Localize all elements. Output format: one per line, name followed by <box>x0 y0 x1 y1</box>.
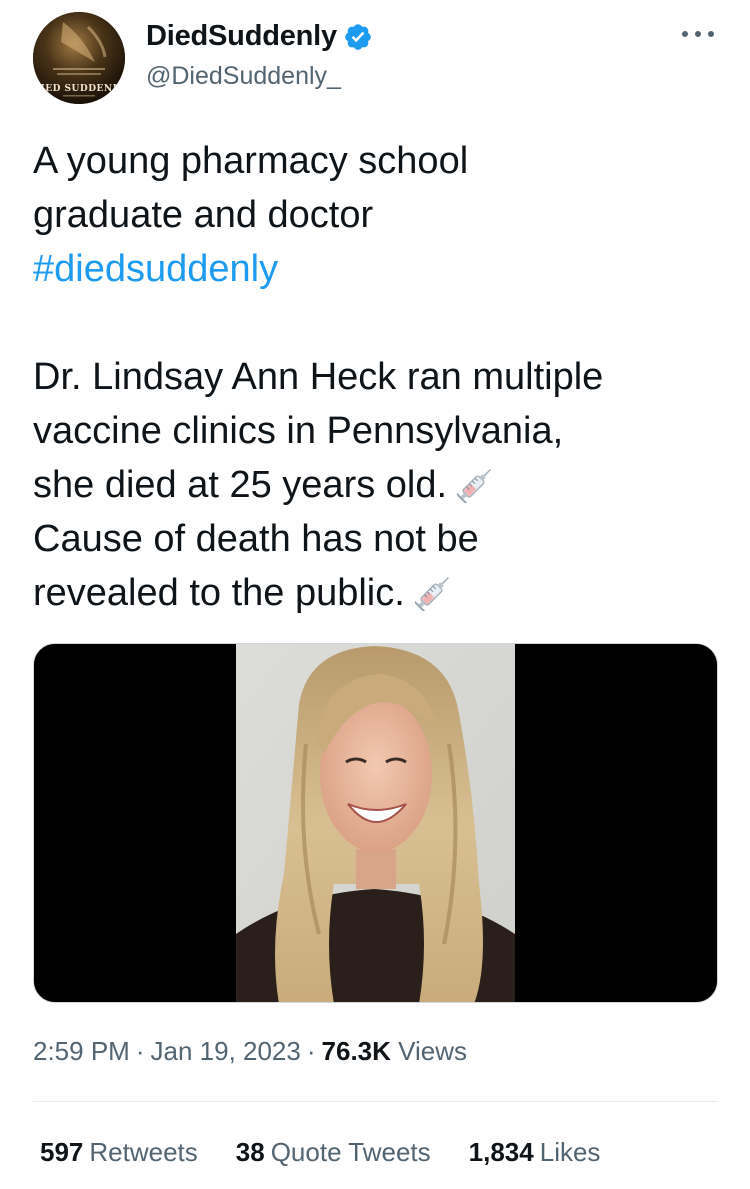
retweets-count: 597 <box>40 1137 84 1167</box>
meta-separator: · <box>306 1036 316 1066</box>
hashtag-link[interactable]: #diedsuddenly <box>33 242 723 296</box>
media-photo <box>34 644 717 1002</box>
retweets-label: Retweets <box>89 1137 198 1167</box>
ellipsis-icon <box>695 31 701 37</box>
tweet-text-line: A young pharmacy school <box>33 140 469 182</box>
verified-badge-icon <box>345 23 371 50</box>
divider <box>33 1101 718 1102</box>
tweet-media[interactable] <box>33 643 718 1003</box>
quote-tweets-count: 38 <box>235 1137 265 1167</box>
avatar[interactable]: DIED SUDDENLY <box>33 12 125 104</box>
author-name-row[interactable]: DiedSuddenly <box>146 20 373 53</box>
likes-count: 1,834 <box>468 1137 534 1167</box>
tweet-text-line: Dr. Lindsay Ann Heck ran multiple <box>33 356 604 398</box>
tweet-text-line: graduate and doctor <box>33 194 374 236</box>
ellipsis-icon <box>708 31 714 37</box>
syringe-icon <box>457 469 491 503</box>
author-handle[interactable]: @DiedSuddenly_ <box>146 62 341 91</box>
tweet-meta: 2:59 PM · Jan 19, 2023 · 76.3K Views <box>33 1036 467 1067</box>
tweet-text-line: she died at 25 years old. <box>33 458 723 512</box>
quote-tweets-label: Quote Tweets <box>270 1137 431 1167</box>
tweet-text-line: vaccine clinics in Pennsylvania, <box>33 410 564 452</box>
quote-tweets-stat[interactable]: 38 Quote Tweets <box>236 1137 431 1168</box>
views-label: Views <box>398 1036 468 1066</box>
likes-label: Likes <box>539 1137 601 1167</box>
avatar-logo-text: DIED SUDDENLY <box>33 84 125 94</box>
display-name[interactable]: DiedSuddenly <box>146 20 337 53</box>
tweet-date[interactable]: Jan 19, 2023 <box>151 1036 301 1066</box>
tweet-detail: DIED SUDDENLY DiedSuddenly @DiedSuddenly… <box>0 0 750 1189</box>
engagement-stats: 597 Retweets 38 Quote Tweets 1,834 Likes <box>40 1137 638 1168</box>
tweet-text: A young pharmacy school graduate and doc… <box>33 134 723 620</box>
tweet-text-line: Cause of death has not be <box>33 518 479 560</box>
ellipsis-icon <box>682 31 688 37</box>
views-count: 76.3K <box>321 1036 391 1066</box>
meta-separator: · <box>135 1036 145 1066</box>
tweet-text-segment: she died at 25 years old. <box>33 464 448 506</box>
avatar-image: DIED SUDDENLY <box>33 12 125 104</box>
syringe-icon <box>414 577 449 611</box>
retweets-stat[interactable]: 597 Retweets <box>40 1137 198 1168</box>
tweet-text-segment: revealed to the public. <box>33 572 405 614</box>
more-options-button[interactable] <box>678 22 718 46</box>
tweet-text-line: revealed to the public. <box>33 566 723 620</box>
tweet-time[interactable]: 2:59 PM <box>33 1036 130 1066</box>
likes-stat[interactable]: 1,834 Likes <box>469 1137 601 1168</box>
